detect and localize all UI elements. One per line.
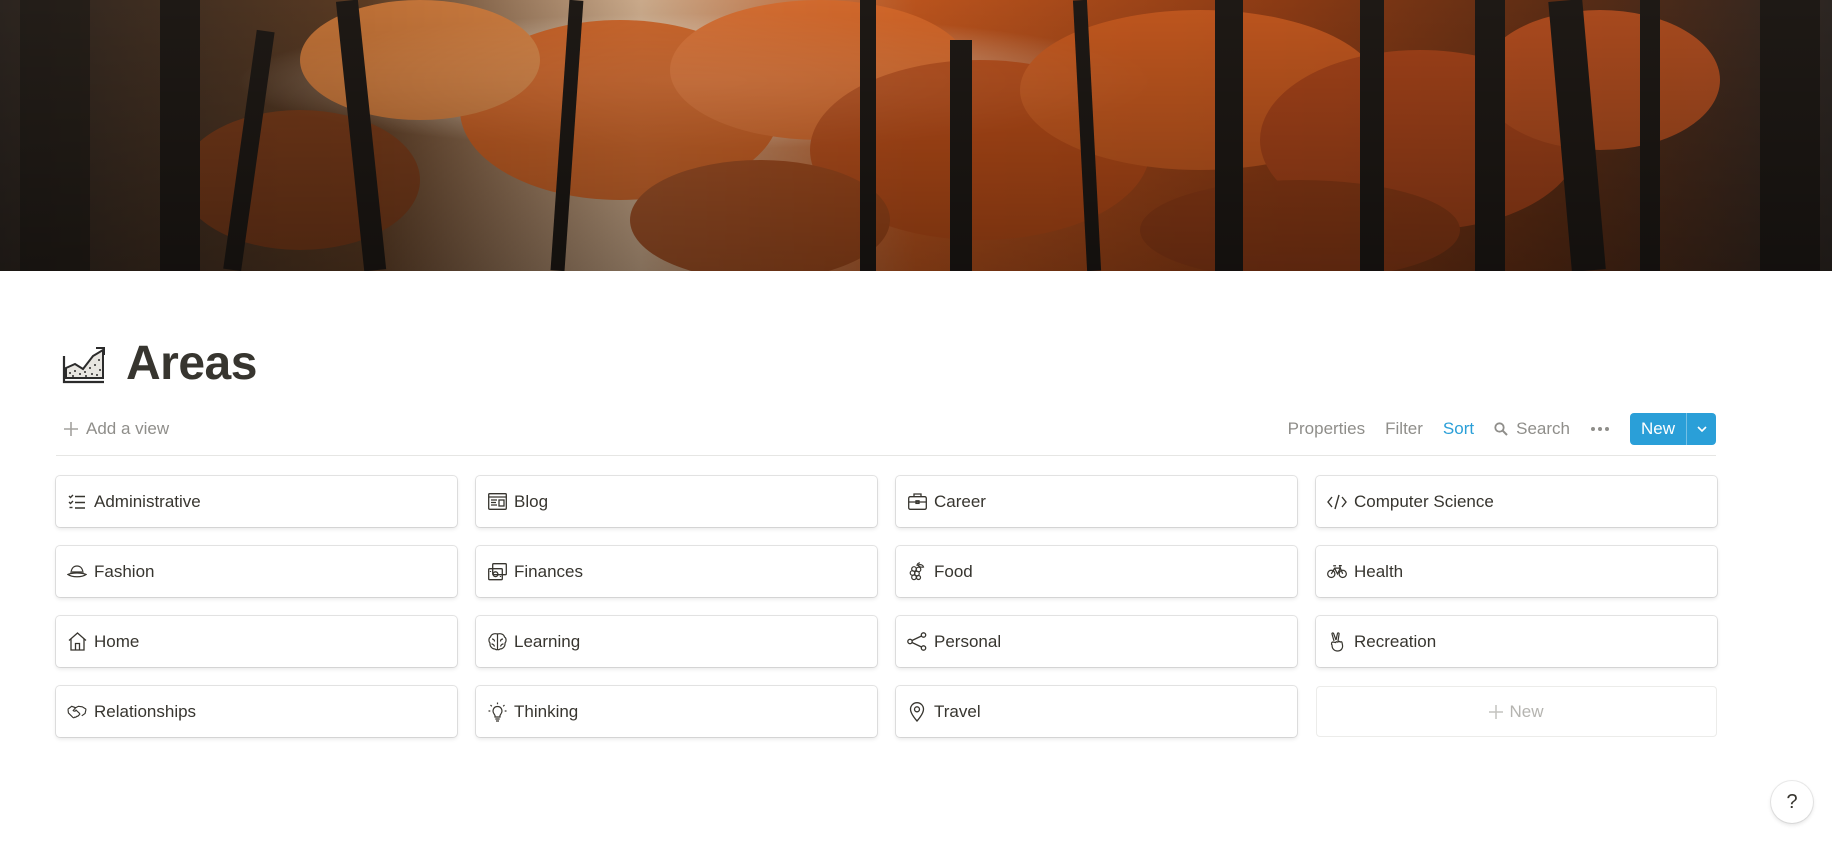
grapes-icon bbox=[907, 561, 927, 582]
card-label: Learning bbox=[514, 631, 581, 651]
search-button[interactable]: Search bbox=[1494, 419, 1570, 439]
page-header: Areas bbox=[60, 334, 257, 394]
card-label: Fashion bbox=[94, 561, 155, 581]
card-computer-science[interactable]: Computer Science bbox=[1316, 476, 1717, 527]
card-label: Travel bbox=[934, 701, 981, 721]
card-label: Health bbox=[1354, 561, 1404, 581]
page-title[interactable]: Areas bbox=[126, 334, 257, 394]
hat-icon bbox=[67, 562, 87, 582]
handshake-icon bbox=[67, 702, 87, 722]
more-options-icon[interactable] bbox=[1590, 426, 1610, 432]
card-label: Home bbox=[94, 631, 140, 651]
card-label: Computer Science bbox=[1354, 491, 1494, 511]
card-blog[interactable]: Blog bbox=[476, 476, 877, 527]
card-fashion[interactable]: Fashion bbox=[56, 546, 457, 597]
card-label: Thinking bbox=[514, 701, 579, 721]
card-finances[interactable]: Finances bbox=[476, 546, 877, 597]
properties-button[interactable]: Properties bbox=[1288, 419, 1365, 439]
browser-icon bbox=[487, 492, 507, 512]
card-label: Finances bbox=[514, 561, 583, 581]
card-label: Recreation bbox=[1354, 631, 1437, 651]
new-button[interactable]: New bbox=[1630, 413, 1686, 445]
map-pin-icon bbox=[907, 701, 927, 722]
add-view-label: Add a view bbox=[86, 419, 170, 438]
new-card-label: New bbox=[1509, 701, 1544, 721]
money-icon bbox=[487, 562, 507, 582]
help-button[interactable]: ? bbox=[1771, 781, 1813, 823]
forest-cover-art bbox=[0, 0, 1832, 271]
card-travel[interactable]: Travel bbox=[896, 686, 1297, 737]
database-toolbar: Add a view Properties Filter Sort Search… bbox=[56, 412, 1716, 456]
plus-icon bbox=[64, 422, 78, 436]
card-label: Relationships bbox=[94, 701, 197, 721]
card-health[interactable]: Health bbox=[1316, 546, 1717, 597]
card-personal[interactable]: Personal bbox=[896, 616, 1297, 667]
toolbar-actions: Properties Filter Sort Search New bbox=[1268, 412, 1716, 446]
bicycle-icon bbox=[1327, 562, 1347, 582]
card-label: Food bbox=[934, 561, 973, 581]
code-icon bbox=[1327, 492, 1347, 512]
new-card-button[interactable]: New bbox=[1316, 686, 1717, 737]
cover-image bbox=[0, 0, 1832, 271]
card-label: Administrative bbox=[94, 491, 201, 511]
card-label: Personal bbox=[934, 631, 1002, 651]
gallery-grid: Administrative Blog Career Computer Scie… bbox=[56, 476, 1717, 737]
lightbulb-icon bbox=[487, 702, 507, 722]
plus-icon bbox=[1489, 704, 1504, 719]
peace-hand-icon bbox=[1327, 631, 1347, 652]
card-label: Career bbox=[934, 491, 986, 511]
checklist-icon bbox=[67, 492, 87, 512]
new-button-group: New bbox=[1629, 413, 1716, 445]
card-label: Blog bbox=[514, 491, 549, 511]
card-home[interactable]: Home bbox=[56, 616, 457, 667]
house-icon bbox=[67, 632, 87, 652]
briefcase-icon bbox=[907, 492, 927, 512]
card-thinking[interactable]: Thinking bbox=[476, 686, 877, 737]
card-administrative[interactable]: Administrative bbox=[56, 476, 457, 527]
search-label: Search bbox=[1516, 419, 1570, 438]
share-nodes-icon bbox=[907, 632, 927, 652]
chevron-down-icon[interactable] bbox=[1686, 413, 1716, 445]
add-view-button[interactable]: Add a view bbox=[64, 412, 169, 446]
chart-area-icon[interactable] bbox=[60, 340, 108, 388]
card-relationships[interactable]: Relationships bbox=[56, 686, 457, 737]
sort-button[interactable]: Sort bbox=[1443, 419, 1474, 439]
search-icon bbox=[1494, 422, 1508, 436]
card-career[interactable]: Career bbox=[896, 476, 1297, 527]
card-learning[interactable]: Learning bbox=[476, 616, 877, 667]
filter-button[interactable]: Filter bbox=[1385, 419, 1423, 439]
card-recreation[interactable]: Recreation bbox=[1316, 616, 1717, 667]
brain-icon bbox=[487, 632, 507, 652]
card-food[interactable]: Food bbox=[896, 546, 1297, 597]
